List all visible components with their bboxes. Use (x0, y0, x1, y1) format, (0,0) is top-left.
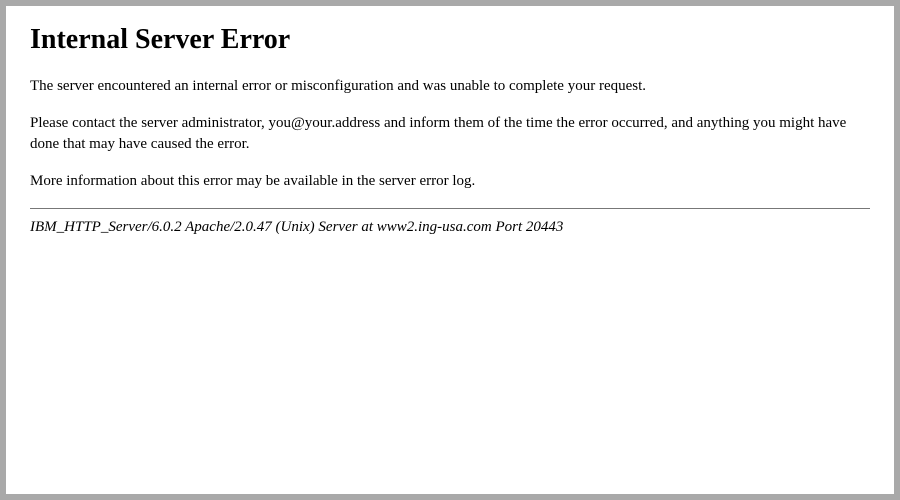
divider (30, 208, 870, 209)
error-page: Internal Server Error The server encount… (6, 6, 894, 494)
server-signature: IBM_HTTP_Server/6.0.2 Apache/2.0.47 (Uni… (30, 219, 870, 236)
page-title: Internal Server Error (30, 24, 870, 56)
error-description-2: Please contact the server administrator,… (30, 113, 870, 155)
error-description-1: The server encountered an internal error… (30, 76, 870, 97)
error-description-3: More information about this error may be… (30, 171, 870, 192)
